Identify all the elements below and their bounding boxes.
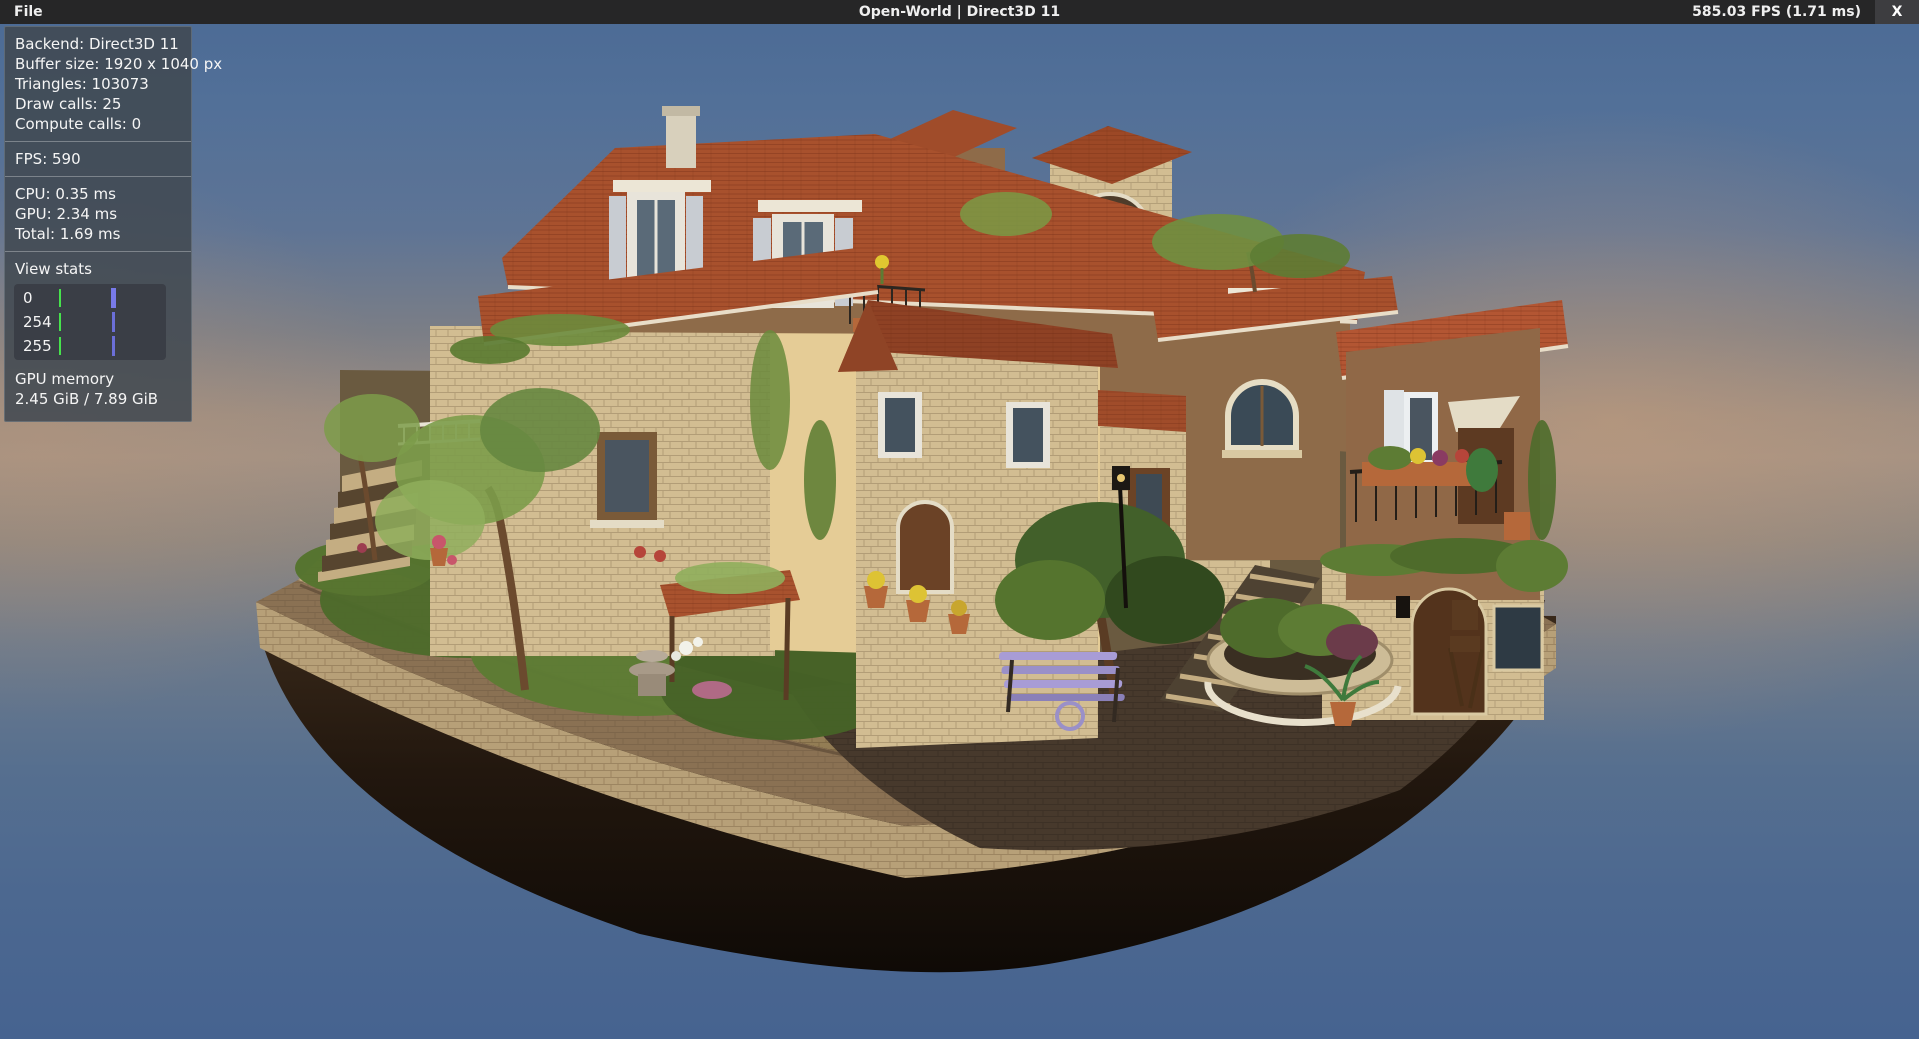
stats-panel: Backend: Direct3D 11 Buffer size: 1920 x… (4, 26, 192, 422)
window-stone-house (878, 392, 922, 458)
separator (5, 251, 191, 252)
stat-draw-calls: Draw calls: 25 (5, 94, 191, 114)
histogram-tick-green (59, 313, 61, 331)
window-title: Open-World | Direct3D 11 (0, 4, 1919, 20)
separator (5, 141, 191, 142)
title-bar: File Open-World | Direct3D 11 585.03 FPS… (0, 0, 1919, 24)
window-stone-house (1494, 606, 1542, 670)
stat-gpu-time: GPU: 2.34 ms (5, 204, 191, 224)
window-stone-house (1006, 402, 1050, 468)
histogram-row-label: 255 (23, 336, 52, 356)
histogram-tick-green (59, 289, 61, 307)
stat-total-time: Total: 1.69 ms (5, 224, 191, 244)
stat-cpu-time: CPU: 0.35 ms (5, 184, 191, 204)
histogram-bar-purple (111, 288, 116, 308)
stat-backend: Backend: Direct3D 11 (5, 34, 191, 54)
stat-triangles: Triangles: 103073 (5, 74, 191, 94)
wall-pots (430, 535, 448, 566)
separator (5, 176, 191, 177)
menu-file[interactable]: File (0, 0, 57, 24)
gpu-memory-heading: GPU memory (5, 369, 191, 389)
viewport-3d[interactable] (0, 0, 1919, 1039)
histogram-row-255: 255 (14, 334, 166, 358)
stat-compute-calls: Compute calls: 0 (5, 114, 191, 134)
stat-fps: FPS: 590 (5, 149, 191, 169)
door (898, 502, 952, 592)
stat-buffer-size: Buffer size: 1920 x 1040 px (5, 54, 191, 74)
lantern (1396, 596, 1410, 618)
histogram-row-label: 0 (23, 288, 33, 308)
view-stats-heading: View stats (5, 259, 191, 279)
fps-readout: 585.03 FPS (1.71 ms) (1692, 4, 1861, 20)
histogram-row-254: 254 (14, 310, 166, 334)
gpu-memory-value: 2.45 GiB / 7.89 GiB (5, 389, 191, 409)
histogram-row-label: 254 (23, 312, 52, 332)
histogram-tick-green (59, 337, 61, 355)
histogram-bar-purple (112, 312, 115, 332)
histogram-row-0: 0 (14, 286, 166, 310)
view-stats-histogram: 0 254 255 (14, 284, 166, 360)
close-button[interactable]: X (1875, 0, 1919, 24)
village-scene (0, 0, 1919, 1039)
histogram-bar-purple (112, 336, 115, 356)
